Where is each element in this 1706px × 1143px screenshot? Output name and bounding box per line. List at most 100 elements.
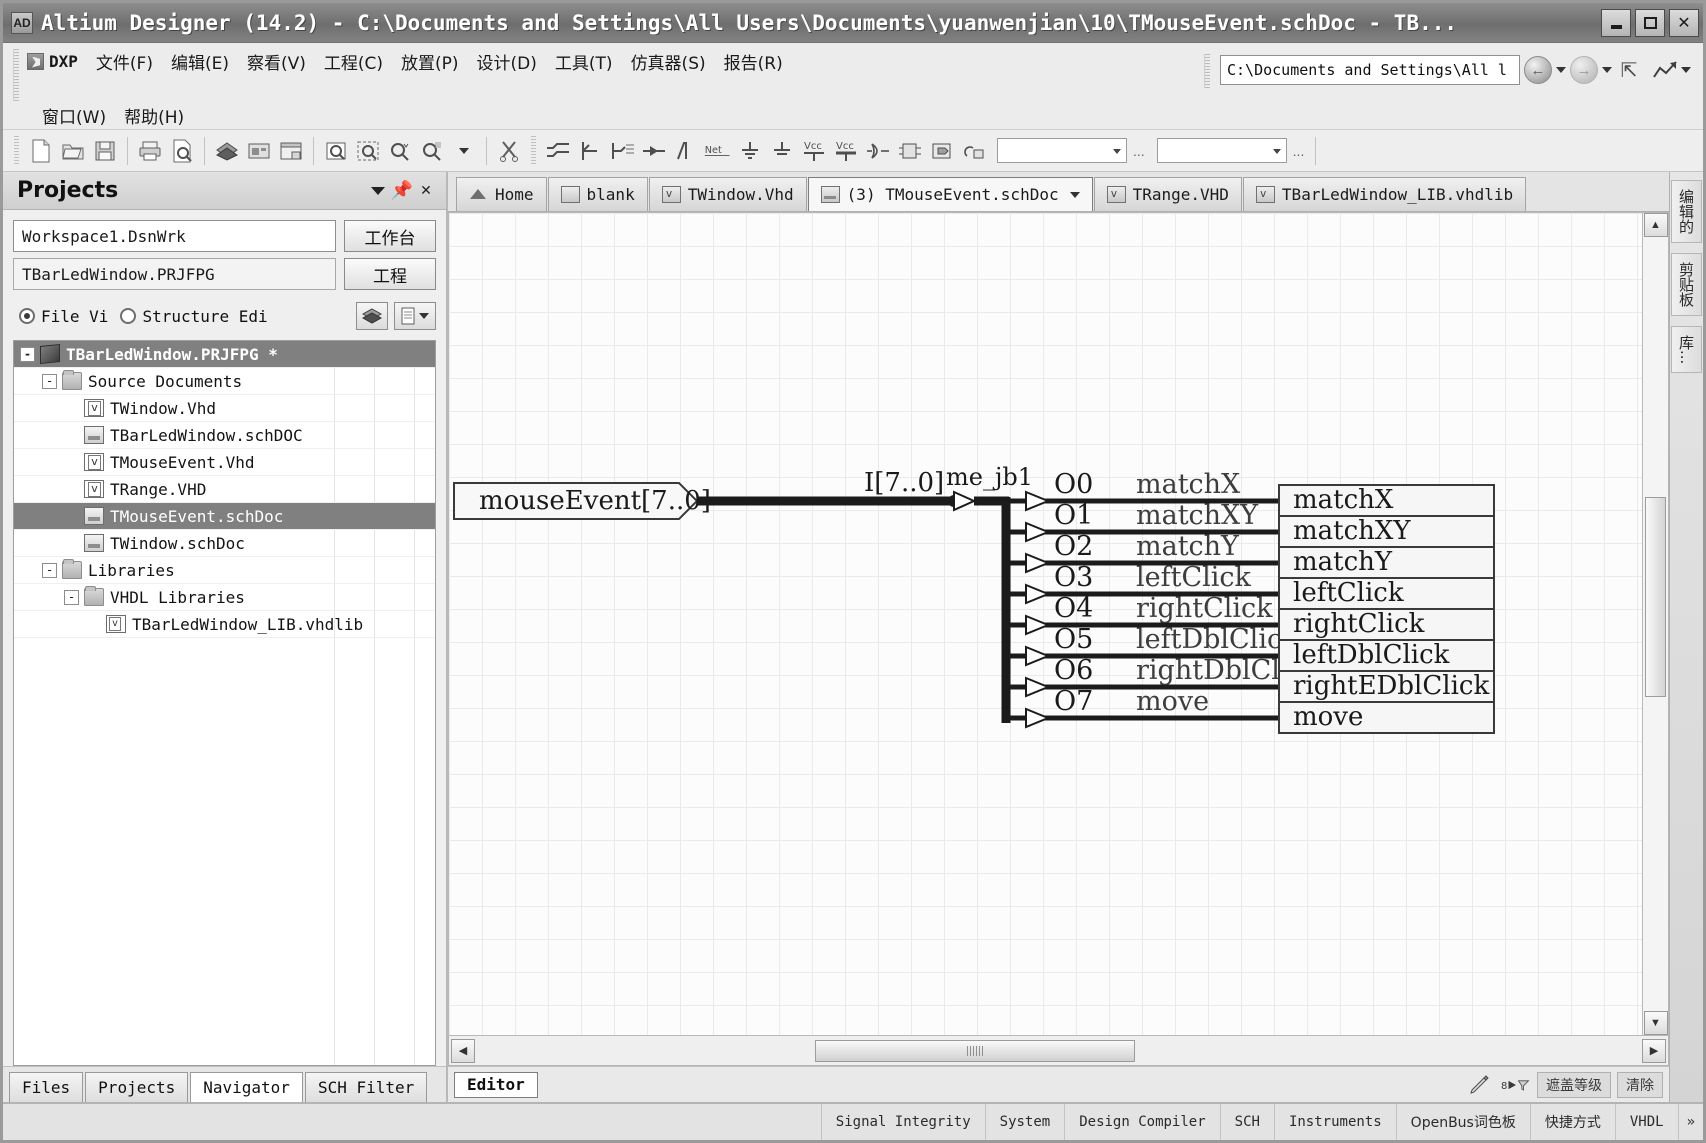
status-cell-instruments[interactable]: Instruments <box>1273 1104 1396 1140</box>
menu-item-edit[interactable]: 编辑(E) <box>162 47 238 75</box>
document-tab-trange-vhd[interactable]: TRange.VHD <box>1093 177 1242 211</box>
toolbar-grip-2[interactable] <box>531 135 536 166</box>
scroll-left-button[interactable]: ◀ <box>451 1038 475 1063</box>
project-field[interactable]: TBarLedWindow.PRJFPG <box>13 258 336 290</box>
workspace-button[interactable]: 工作台 <box>344 220 436 252</box>
tree-node[interactable]: - VHDL Libraries <box>14 584 435 611</box>
chart-dropdown-icon[interactable] <box>1681 67 1691 73</box>
window-tile-icon[interactable] <box>276 136 306 166</box>
panel-tab-files[interactable]: Files <box>9 1072 84 1102</box>
mask-level-icon[interactable]: 8 <box>1501 1070 1531 1100</box>
status-cell-sch[interactable]: SCH <box>1219 1104 1274 1140</box>
tree-expander-icon[interactable]: - <box>42 373 57 389</box>
close-button[interactable]: ✕ <box>1669 8 1699 37</box>
toolbar-grip[interactable] <box>14 135 19 166</box>
net-node-icon[interactable] <box>639 136 669 166</box>
document-tab-tbarledwindow-lib[interactable]: TBarLedWindow_LIB.vhdlib <box>1242 177 1527 211</box>
zoom-dropdown-icon[interactable] <box>449 136 479 166</box>
tree-node[interactable]: TRange.VHD <box>14 476 435 503</box>
tree-expander-icon[interactable]: - <box>42 562 57 578</box>
structure-edit-radio[interactable] <box>120 308 137 324</box>
document-tab-home[interactable]: Home <box>456 177 547 211</box>
status-bar-more-button[interactable]: » <box>1677 1104 1703 1140</box>
menu-item-tools[interactable]: 工具(T) <box>546 47 622 75</box>
clear-button[interactable]: 清除 <box>1617 1071 1663 1098</box>
tree-node[interactable]: TBarLedWindow.schDOC <box>14 422 435 449</box>
status-cell-signal-integrity[interactable]: Signal Integrity <box>820 1104 985 1140</box>
scroll-right-button[interactable]: ▶ <box>1642 1038 1666 1063</box>
wire-icon[interactable] <box>543 136 573 166</box>
menu-item-project[interactable]: 工程(C) <box>315 47 392 75</box>
toolbar-combo-1[interactable] <box>997 138 1127 163</box>
vertical-scroll-track[interactable] <box>1643 237 1668 1011</box>
bus-icon[interactable] <box>575 136 605 166</box>
device-icon[interactable] <box>959 136 989 166</box>
up-arrow-icon[interactable]: ⇱ <box>1616 57 1642 83</box>
print-preview-icon[interactable] <box>167 136 197 166</box>
net-label-icon[interactable]: Net <box>703 136 733 166</box>
chart-icon[interactable] <box>1646 59 1691 81</box>
tree-node[interactable]: - Source Documents <box>14 368 435 395</box>
zoom-area-icon[interactable] <box>353 136 383 166</box>
new-document-icon[interactable] <box>26 136 56 166</box>
file-view-radio[interactable] <box>19 308 35 324</box>
maximize-button[interactable] <box>1635 8 1665 37</box>
schematic-output-port[interactable]: rightEDblClick <box>1278 670 1495 703</box>
pen-icon[interactable] <box>1465 1070 1495 1100</box>
tree-node[interactable]: - Libraries <box>14 557 435 584</box>
document-tab-blank[interactable]: blank <box>547 177 648 211</box>
forward-dropdown-icon[interactable] <box>1602 67 1612 73</box>
port-icon[interactable] <box>671 136 701 166</box>
canvas-vertical-scrollbar[interactable]: ▲ ▼ <box>1643 212 1669 1036</box>
status-cell-shortcut[interactable]: 快捷方式 <box>1529 1104 1615 1140</box>
status-cell-vhdl[interactable]: VHDL <box>1614 1104 1678 1140</box>
menu-item-dxp[interactable]: DXP <box>25 47 87 75</box>
chevron-down-icon[interactable] <box>366 179 390 203</box>
tree-expander-icon[interactable]: - <box>20 346 35 362</box>
schematic-input-port[interactable]: mouseEvent[7..0] <box>453 482 711 520</box>
schematic-output-port[interactable]: matchXY <box>1278 515 1495 548</box>
print-icon[interactable] <box>135 136 165 166</box>
right-dock-tab-library[interactable]: 库... <box>1671 326 1702 374</box>
menu-item-file[interactable]: 文件(F) <box>87 47 162 75</box>
workspace-combo[interactable]: Workspace1.DsnWrk <box>13 220 336 252</box>
project-tree[interactable]: - TBarLedWindow.PRJFPG * - Source Documents… <box>13 340 436 1066</box>
document-options-dropdown-icon[interactable] <box>419 313 429 319</box>
cut-icon[interactable] <box>494 136 524 166</box>
document-tab-twindow-vhd[interactable]: TWindow.Vhd <box>648 177 807 211</box>
back-arrow-icon[interactable]: ← <box>1524 56 1552 84</box>
vcc-power-icon[interactable]: Vcc <box>799 136 829 166</box>
save-icon[interactable] <box>90 136 120 166</box>
schematic-pin[interactable]: O7 move <box>1006 686 1279 729</box>
schematic-output-port[interactable]: rightClick <box>1278 608 1495 641</box>
toolbar-ellipsis-1[interactable]: ... <box>1129 143 1149 159</box>
scroll-up-button[interactable]: ▲ <box>1643 213 1668 237</box>
schematic-output-port[interactable]: leftClick <box>1278 577 1495 610</box>
zoom-in-icon[interactable] <box>385 136 415 166</box>
vertical-scroll-thumb[interactable] <box>1645 497 1666 697</box>
zoom-document-icon[interactable] <box>321 136 351 166</box>
minimize-button[interactable] <box>1601 8 1631 37</box>
tree-node[interactable]: TMouseEvent.Vhd <box>14 449 435 476</box>
menu-item-place[interactable]: 放置(P) <box>392 47 468 75</box>
menu-item-view[interactable]: 察看(V) <box>238 47 315 75</box>
status-cell-system[interactable]: System <box>984 1104 1065 1140</box>
menu-item-simulator[interactable]: 仿真器(S) <box>622 47 715 75</box>
project-compile-icon[interactable] <box>356 302 388 330</box>
menu-item-design[interactable]: 设计(D) <box>468 47 546 75</box>
tree-expander-icon[interactable]: - <box>64 589 79 605</box>
pcb-view-icon[interactable] <box>244 136 274 166</box>
menu-grip[interactable] <box>13 49 19 101</box>
back-dropdown-icon[interactable] <box>1556 67 1566 73</box>
menu-item-help[interactable]: 帮助(H) <box>115 101 193 129</box>
gnd-signal-icon[interactable] <box>767 136 797 166</box>
zoom-select-icon[interactable] <box>417 136 447 166</box>
open-project-icon[interactable] <box>212 136 242 166</box>
toolbar-combo-2[interactable] <box>1156 138 1287 163</box>
right-dock-tab-edited[interactable]: 编辑的 <box>1671 180 1702 243</box>
horizontal-scroll-thumb[interactable] <box>815 1039 1135 1062</box>
schematic-output-port[interactable]: leftDblClick <box>1278 639 1495 672</box>
tree-node[interactable]: - TBarLedWindow.PRJFPG * <box>14 341 435 368</box>
right-dock-tab-clipboard[interactable]: 剪贴板 <box>1671 253 1702 316</box>
pin-icon[interactable]: 📌 <box>390 179 414 203</box>
